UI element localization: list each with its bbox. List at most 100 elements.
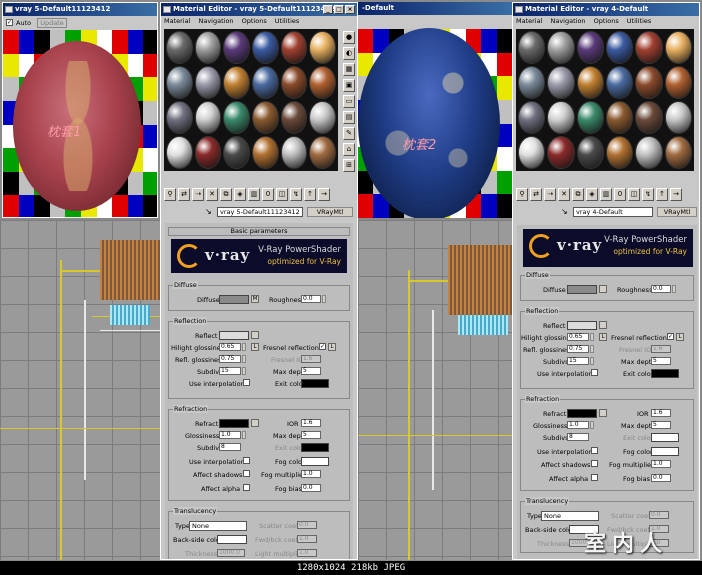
material-sample-slot[interactable] [251,31,279,64]
diffuse-color-swatch[interactable] [567,285,597,294]
material-sample-slot[interactable] [547,101,575,134]
go-to-parent-icon[interactable]: ↑ [304,188,316,201]
material-sample-slot[interactable] [664,136,692,169]
material-sample-slot[interactable] [194,31,222,64]
material-sample-slot[interactable] [251,101,279,134]
material-editor-right[interactable]: Material Editor - vray 4-Default Materia… [512,2,700,560]
roughness-field[interactable]: 0.0 [651,285,671,293]
material-sample-slot[interactable] [280,136,308,169]
refract-map-button[interactable] [599,409,607,417]
fresnel-lock-button[interactable]: L [676,333,684,341]
menu-item-options[interactable]: Options [242,17,267,25]
menu-item-utilities[interactable]: Utilities [275,17,299,25]
refr-exit-color-swatch[interactable] [651,433,679,442]
material-sample-slot[interactable] [576,136,604,169]
material-sample-slot[interactable] [309,31,336,64]
hilight-lock-button[interactable]: L [599,333,607,341]
show-end-result-icon[interactable]: ↯ [642,188,654,201]
options-icon[interactable]: ✎ [343,127,355,140]
affect-alpha-checkbox[interactable] [243,484,250,491]
make-unique-icon[interactable]: ◈ [586,188,598,201]
material-sample-slot[interactable] [223,101,250,134]
material-sample-slot[interactable] [194,101,222,134]
put-to-scene-icon[interactable]: ⇄ [178,188,190,201]
video-check-icon[interactable]: ▭ [343,95,355,108]
material-sample-slot[interactable] [518,31,546,64]
fresnel-ior-field[interactable]: 1.6 [651,345,671,353]
material-sample-slot[interactable] [518,136,546,169]
fresnel-lock-button[interactable]: L [328,343,336,351]
material-name-field[interactable]: vray 4-Default [573,207,653,217]
make-preview-icon[interactable]: ▤ [343,111,355,124]
backlight-icon[interactable]: ◐ [343,47,355,60]
backside-color-swatch[interactable] [217,535,247,544]
ior-field[interactable]: 1.6 [651,409,671,417]
material-sample-slot[interactable] [280,101,308,134]
roughness-spinner[interactable] [322,295,326,303]
viewport-center[interactable] [358,220,518,560]
pick-material-icon[interactable]: ↘ [205,207,212,216]
menu-item-utilities[interactable]: Utilities [627,17,651,25]
glossiness-field[interactable]: 1.0 [567,421,589,429]
material-sample-slot[interactable] [547,31,575,64]
fog-multiplier-field[interactable]: 1.0 [301,470,321,478]
use-interpolation-checkbox[interactable] [591,369,598,376]
basic-parameters-rollout[interactable]: Basic parameters [168,227,350,236]
material-id-icon[interactable]: 0 [614,188,626,201]
close-button[interactable]: × [345,5,355,14]
fog-multiplier-field[interactable]: 1.0 [651,460,671,468]
reflect-map-button[interactable] [599,321,607,329]
use-interpolation-checkbox[interactable] [243,379,250,386]
reset-map-icon[interactable]: ✕ [206,188,218,201]
make-copy-icon[interactable]: ⧉ [572,188,584,201]
subdivs-spinner[interactable] [590,357,594,365]
pick-material-icon[interactable]: ↘ [561,207,568,216]
material-sample-slot[interactable] [223,136,250,169]
refl-glossiness-field[interactable]: 0.75 [567,345,589,353]
scatter-coeff-field[interactable]: 0.0 [649,511,669,519]
material-sample-slot[interactable] [576,101,604,134]
material-sample-slot[interactable] [635,136,663,169]
background-icon[interactable]: ▦ [343,63,355,76]
put-to-library-icon[interactable]: ▥ [600,188,612,201]
reflect-map-button[interactable] [251,331,259,339]
material-sample-slot[interactable] [166,101,193,134]
refract-map-button[interactable] [251,419,259,427]
show-map-icon[interactable]: ◫ [628,188,640,201]
refr-use-interpolation-checkbox[interactable] [243,457,250,464]
assign-material-icon[interactable]: ⇢ [544,188,556,201]
material-sample-slot[interactable] [194,136,222,169]
material-sample-slot[interactable] [223,31,250,64]
affect-shadows-checkbox[interactable] [591,460,598,467]
fresnel-ior-field[interactable]: 1.6 [301,355,321,363]
refr-exit-color-swatch[interactable] [301,443,329,452]
subdivs-spinner[interactable] [242,367,246,375]
fog-bias-field[interactable]: 0.0 [651,474,671,482]
uv-tiling-icon[interactable]: ▣ [343,79,355,92]
material-editor-left[interactable]: Material Editor - vray 5-Default11123412… [160,2,358,560]
render-window-title-bar[interactable]: -Default [358,2,512,15]
viewport-left[interactable] [0,220,160,560]
refr-max-depth-field[interactable]: 5 [651,421,671,429]
glossiness-spinner[interactable] [590,421,594,429]
material-sample-slot[interactable] [606,31,634,64]
fresnel-checkbox[interactable]: ✓ [319,343,326,350]
material-sample-slot[interactable] [606,136,634,169]
material-sample-slot[interactable] [280,66,308,99]
update-button[interactable]: Update [37,18,67,28]
material-sample-slot[interactable] [635,66,663,99]
material-sample-slot[interactable] [166,31,193,64]
put-to-scene-icon[interactable]: ⇄ [530,188,542,201]
material-sample-slot[interactable] [547,66,575,99]
go-forward-icon[interactable]: → [318,188,330,201]
hilight-spinner[interactable] [242,343,246,351]
thickness-field[interactable]: 1000.0 [217,549,245,557]
go-to-parent-icon[interactable]: ↑ [656,188,668,201]
select-by-material-icon[interactable]: ⌂ [343,143,355,156]
make-copy-icon[interactable]: ⧉ [220,188,232,201]
exit-color-swatch[interactable] [301,379,329,388]
material-sample-slot[interactable] [309,136,336,169]
refr-use-interpolation-checkbox[interactable] [591,447,598,454]
minimize-button[interactable]: _ [323,5,333,14]
go-forward-icon[interactable]: → [670,188,682,201]
